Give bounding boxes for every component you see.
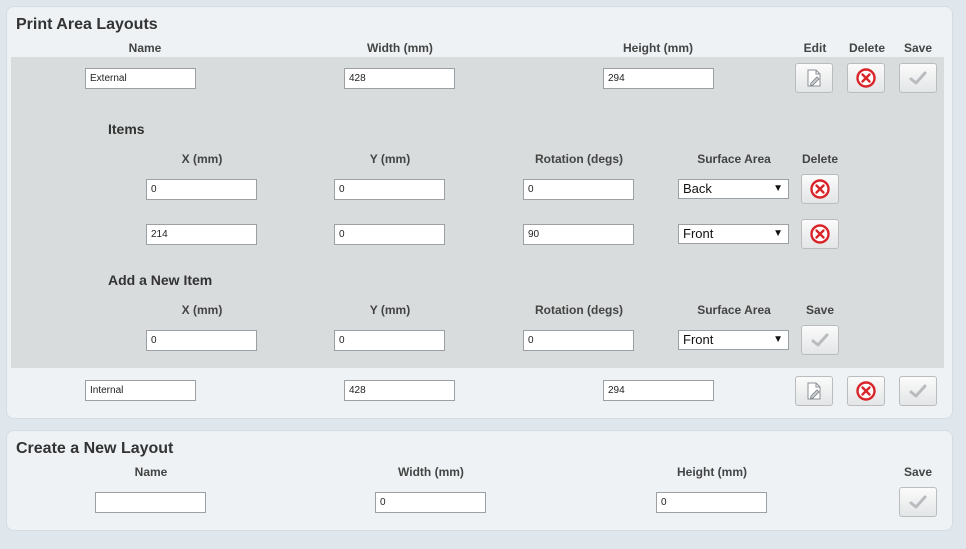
delete-item-button[interactable] (801, 174, 839, 204)
dropdown-arrow-icon: ▼ (773, 228, 783, 239)
new-item-header-save: Save (805, 303, 835, 317)
delete-icon (810, 224, 830, 244)
delete-icon (810, 179, 830, 199)
items-section-title: Items (108, 121, 145, 137)
layout-width-input[interactable] (344, 68, 455, 89)
layout-height-input[interactable] (603, 68, 714, 89)
item-x-input[interactable] (146, 224, 257, 245)
item-surface-select[interactable]: Front ▼ (678, 224, 789, 244)
create-header-height: Height (mm) (677, 465, 747, 479)
new-layout-name-input[interactable] (95, 492, 206, 513)
new-item-section-title: Add a New Item (108, 272, 213, 288)
create-header-width: Width (mm) (398, 465, 464, 479)
delete-icon (856, 68, 876, 88)
new-item-header-y: Y (mm) (369, 303, 411, 317)
items-header-x: X (mm) (181, 152, 223, 166)
dropdown-arrow-icon: ▼ (773, 334, 783, 345)
check-icon (909, 71, 927, 85)
check-icon (909, 495, 927, 509)
item-y-input[interactable] (334, 179, 445, 200)
new-item-x-input[interactable] (146, 330, 257, 351)
check-icon (909, 384, 927, 398)
item-surface-select[interactable]: Back ▼ (678, 179, 789, 199)
edit-icon (807, 382, 821, 400)
delete-item-button[interactable] (801, 219, 839, 249)
check-icon (811, 333, 829, 347)
save-new-layout-button[interactable] (899, 487, 937, 517)
save-new-item-button[interactable] (801, 325, 839, 355)
create-header-save: Save (903, 465, 933, 479)
layout-name-input[interactable] (85, 380, 196, 401)
col-header-name: Name (128, 41, 162, 55)
new-layout-width-input[interactable] (375, 492, 486, 513)
new-item-y-input[interactable] (334, 330, 445, 351)
edit-icon (807, 69, 821, 87)
edit-layout-button[interactable] (795, 376, 833, 406)
layout-height-input[interactable] (603, 380, 714, 401)
item-surface-value: Back (683, 181, 712, 196)
new-item-rotation-input[interactable] (523, 330, 634, 351)
delete-layout-button[interactable] (847, 63, 885, 93)
new-item-header-x: X (mm) (181, 303, 223, 317)
new-layout-height-input[interactable] (656, 492, 767, 513)
col-header-delete: Delete (848, 41, 886, 55)
create-layout-panel: Create a New Layout Name Width (mm) Heig… (6, 430, 953, 531)
delete-icon (856, 381, 876, 401)
col-header-edit: Edit (803, 41, 827, 55)
new-item-surface-value: Front (683, 332, 714, 347)
save-layout-button[interactable] (899, 376, 937, 406)
item-x-input[interactable] (146, 179, 257, 200)
items-header-y: Y (mm) (369, 152, 411, 166)
panel-title: Create a New Layout (16, 440, 174, 457)
col-header-width: Width (mm) (367, 41, 433, 55)
col-header-save: Save (903, 41, 933, 55)
layout-width-input[interactable] (344, 380, 455, 401)
item-y-input[interactable] (334, 224, 445, 245)
edit-layout-button[interactable] (795, 63, 833, 93)
delete-layout-button[interactable] (847, 376, 885, 406)
col-header-height: Height (mm) (623, 41, 693, 55)
expanded-layout-row (11, 57, 944, 368)
new-item-header-rotation: Rotation (degs) (535, 303, 623, 317)
dropdown-arrow-icon: ▼ (773, 183, 783, 194)
item-rotation-input[interactable] (523, 179, 634, 200)
new-item-surface-select[interactable]: Front ▼ (678, 330, 789, 350)
item-surface-value: Front (683, 226, 714, 241)
layout-name-input[interactable] (85, 68, 196, 89)
items-header-rotation: Rotation (degs) (535, 152, 623, 166)
save-layout-button[interactable] (899, 63, 937, 93)
items-header-surface: Surface Area (697, 152, 771, 166)
panel-title: Print Area Layouts (16, 16, 158, 33)
create-header-name: Name (134, 465, 168, 479)
items-header-delete: Delete (801, 152, 839, 166)
new-item-header-surface: Surface Area (697, 303, 771, 317)
item-rotation-input[interactable] (523, 224, 634, 245)
